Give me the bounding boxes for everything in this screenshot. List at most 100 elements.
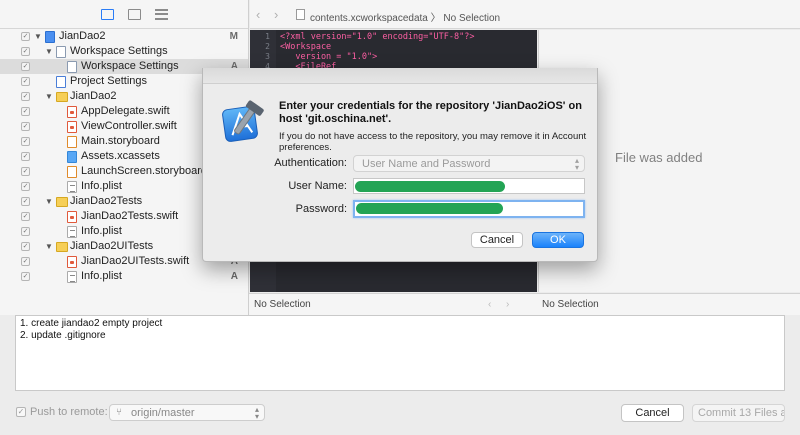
code-line: <Workspace — [280, 42, 332, 52]
sheet-ok-button[interactable]: OK — [532, 232, 584, 248]
jump-bar-separator: 〉 — [430, 13, 441, 24]
tree-row-label: Info.plist — [81, 225, 122, 237]
warning-icon[interactable] — [127, 8, 141, 20]
chevron-updown-icon: ▴ ▾ — [254, 405, 259, 421]
disclosure-triangle-icon[interactable]: ▼ — [34, 29, 42, 44]
credentials-sheet: Enter your credentials for the repositor… — [202, 68, 598, 262]
include-checkbox[interactable]: ✓ — [21, 137, 30, 146]
include-checkbox[interactable]: ✓ — [21, 227, 30, 236]
jump-bar-selection[interactable]: No Selection — [443, 13, 500, 24]
tree-row-label: JianDao2 — [59, 30, 106, 42]
jump-bar-path[interactable]: contents.xcworkspacedata 〉 No Selection — [310, 9, 500, 24]
sheet-cancel-button[interactable]: Cancel — [471, 232, 523, 248]
authentication-label: Authentication: — [274, 157, 347, 169]
right-no-selection: No Selection — [542, 299, 599, 310]
tree-row-label: Workspace Settings — [70, 45, 168, 57]
jump-bar-filename[interactable]: contents.xcworkspacedata — [310, 13, 428, 24]
line-number: 2 — [265, 42, 270, 51]
forward-arrow-icon[interactable]: › — [274, 7, 278, 22]
include-checkbox[interactable]: ✓ — [21, 92, 30, 101]
include-checkbox[interactable]: ✓ — [21, 107, 30, 116]
include-checkbox[interactable]: ✓ — [21, 152, 30, 161]
plist-file-icon — [67, 271, 77, 283]
folder-icon — [56, 242, 68, 252]
commit-message-line-2: 2. update .gitignore — [20, 330, 106, 341]
left-no-selection: No Selection — [254, 299, 311, 310]
tree-row-label: Workspace Settings — [81, 60, 179, 72]
list-icon[interactable] — [154, 8, 168, 20]
swift-file-icon — [67, 256, 77, 268]
folder-icon[interactable] — [100, 8, 114, 20]
disclosure-triangle-icon[interactable]: ▼ — [45, 89, 53, 104]
password-field[interactable] — [353, 200, 585, 218]
plist-file-icon — [67, 181, 77, 193]
include-checkbox[interactable]: ✓ — [21, 182, 30, 191]
include-checkbox[interactable]: ✓ — [21, 197, 30, 206]
tree-row-label: JianDao2Tests — [70, 195, 143, 207]
username-label: User Name: — [288, 180, 347, 192]
disclosure-triangle-icon[interactable]: ▼ — [45, 194, 53, 209]
document-icon — [296, 9, 305, 20]
code-line: version = "1.0"> — [280, 52, 378, 62]
tree-row-label: Main.storyboard — [81, 135, 160, 147]
folder-icon — [56, 92, 68, 102]
authentication-select: User Name and Password ▴ ▾ — [353, 155, 585, 172]
sheet-title: Enter your credentials for the repositor… — [279, 100, 582, 125]
commit-and-push-button[interactable]: Commit 13 Files and Push — [692, 404, 785, 422]
code-line: <?xml version="1.0" encoding="UTF-8"?> — [280, 32, 475, 42]
sheet-title-strip — [203, 68, 597, 84]
jump-bar: ‹ › contents.xcworkspacedata 〉 No Select… — [250, 0, 800, 29]
remote-branch-value: origin/master — [131, 407, 195, 419]
swift-file-icon — [67, 121, 77, 133]
prev-change-icon[interactable]: ‹ — [488, 299, 491, 310]
commit-message-textarea[interactable]: 1. create jiandao2 empty project 2. upda… — [15, 315, 785, 391]
include-checkbox[interactable]: ✓ — [21, 62, 30, 71]
tree-row[interactable]: ✓ Info.plist A — [0, 269, 248, 284]
include-checkbox[interactable]: ✓ — [21, 257, 30, 266]
disclosure-triangle-icon[interactable]: ▼ — [45, 239, 53, 254]
tree-row-label: Info.plist — [81, 180, 122, 192]
tree-row-label: LaunchScreen.storyboard — [81, 165, 207, 177]
tree-row-label: AppDelegate.swift — [81, 105, 170, 117]
tree-row-label: Project Settings — [70, 75, 148, 87]
file-added-message: File was added — [615, 150, 703, 165]
plist-file-icon — [67, 226, 77, 238]
tree-row-label: ViewController.swift — [81, 120, 177, 132]
sheet-info-text: If you do not have access to the reposit… — [279, 131, 587, 153]
xcode-app-icon — [222, 100, 264, 142]
assets-file-icon — [67, 151, 77, 163]
redaction-mark — [356, 203, 503, 214]
include-checkbox[interactable]: ✓ — [21, 122, 30, 131]
disclosure-triangle-icon[interactable]: ▼ — [45, 44, 53, 59]
push-to-remote-checkbox[interactable]: ✓ — [16, 407, 26, 417]
commit-footer: ✓ Push to remote: ⑂ origin/master ▴ ▾ Can… — [0, 391, 800, 435]
cancel-button[interactable]: Cancel — [621, 404, 684, 422]
commit-message-line-1: 1. create jiandao2 empty project — [20, 318, 163, 329]
folder-icon — [56, 197, 68, 207]
include-checkbox[interactable]: ✓ — [21, 167, 30, 176]
tree-row-label: JianDao2UITests.swift — [81, 255, 190, 267]
include-checkbox[interactable]: ✓ — [21, 32, 30, 41]
swift-file-icon — [67, 211, 77, 223]
proj-file-icon — [45, 31, 55, 43]
line-number: 3 — [265, 52, 270, 61]
tree-row[interactable]: ✓ ▼ Workspace Settings — [0, 44, 248, 59]
status-badge: A — [230, 271, 238, 282]
tree-row[interactable]: ✓ ▼ JianDao2 M — [0, 29, 248, 44]
username-field[interactable] — [353, 178, 585, 194]
include-checkbox[interactable]: ✓ — [21, 212, 30, 221]
next-change-icon[interactable]: › — [506, 299, 509, 310]
include-checkbox[interactable]: ✓ — [21, 272, 30, 281]
navigator-tab-bar — [0, 0, 248, 29]
ws-file-icon — [56, 46, 66, 58]
chevron-updown-icon: ▴ ▾ — [574, 156, 579, 172]
back-arrow-icon[interactable]: ‹ — [256, 7, 260, 22]
include-checkbox[interactable]: ✓ — [21, 242, 30, 251]
tree-row-label: JianDao2UITests — [70, 240, 154, 252]
include-checkbox[interactable]: ✓ — [21, 47, 30, 56]
push-to-remote-label: Push to remote: — [30, 406, 108, 418]
left-bottom-bar: No Selection — [249, 293, 538, 315]
include-checkbox[interactable]: ✓ — [21, 77, 30, 86]
remote-branch-select[interactable]: ⑂ origin/master ▴ ▾ — [109, 404, 265, 421]
right-bottom-bar: ‹ › No Selection — [488, 293, 800, 315]
